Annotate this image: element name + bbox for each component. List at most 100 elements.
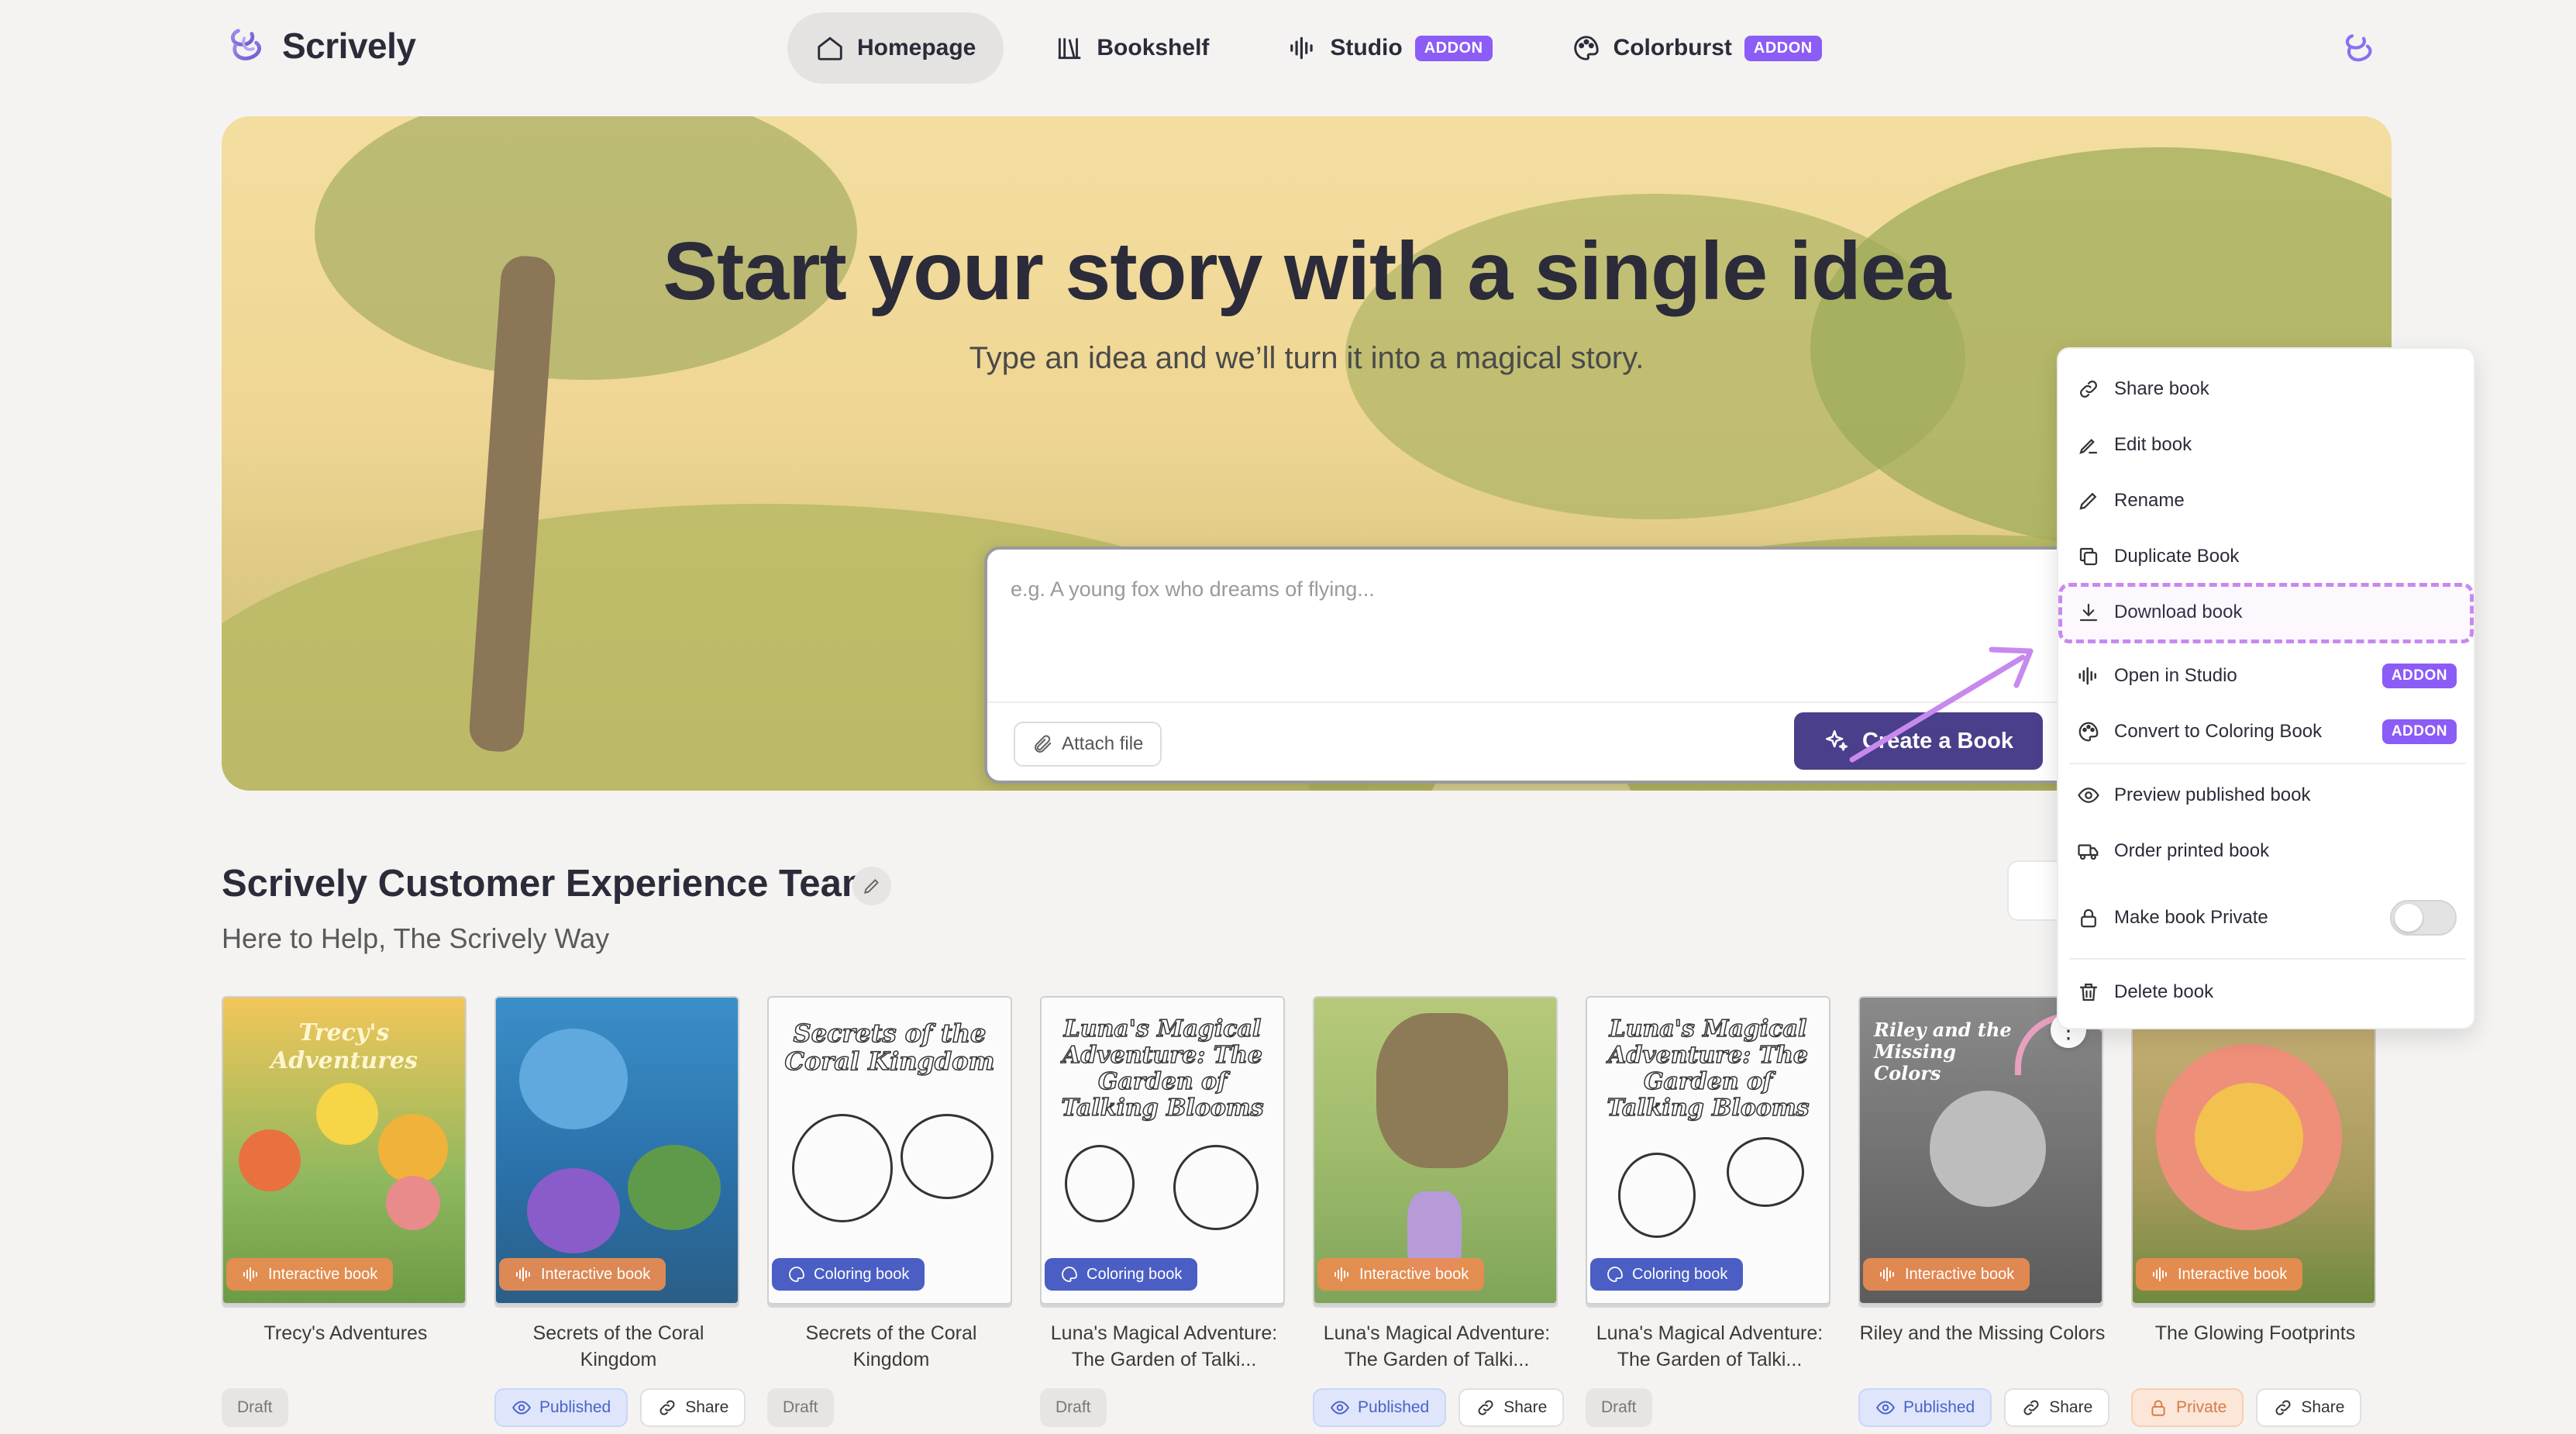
cover-art: [1065, 1145, 1135, 1222]
book-cover[interactable]: Secrets of the Coral Kingdom Coloring bo…: [767, 996, 1012, 1305]
interactive-book-badge: Interactive book: [499, 1258, 666, 1291]
menu-preview-published-book[interactable]: Preview published book: [2058, 770, 2474, 820]
account-logo-icon[interactable]: [2340, 29, 2379, 68]
menu-share-book[interactable]: Share book: [2058, 364, 2474, 414]
waveform-icon: [516, 1267, 530, 1281]
status-label: Published: [1358, 1398, 1430, 1416]
menu-item-label: Duplicate Book: [2114, 546, 2240, 567]
menu-item-label: Rename: [2114, 490, 2185, 511]
coloring-book-badge: Coloring book: [772, 1258, 925, 1291]
menu-edit-book[interactable]: Edit book: [2058, 420, 2474, 470]
book-actions: Published Share: [1858, 1388, 2110, 1427]
menu-item-label: Order printed book: [2114, 840, 2270, 861]
cover-art: [1930, 1091, 2046, 1207]
status-badge: Draft: [767, 1388, 834, 1427]
menu-item-label: Make book Private: [2114, 907, 2268, 928]
menu-rename[interactable]: Rename: [2058, 476, 2474, 526]
tab-homepage[interactable]: Homepage: [787, 12, 1004, 84]
waveform-icon: [243, 1267, 257, 1281]
link-icon: [2275, 1400, 2291, 1415]
logo[interactable]: Scrively: [225, 23, 416, 68]
attach-file-button[interactable]: Attach file: [1014, 722, 1162, 767]
book-title: Luna's Magical Adventure: The Garden of …: [1596, 1322, 1824, 1370]
cover-art: [496, 998, 738, 1303]
link-icon: [659, 1400, 675, 1415]
tab-studio[interactable]: Studio ADDON: [1260, 12, 1520, 84]
book-card[interactable]: Luna's Magical Adventure: The Garden of …: [1040, 996, 1288, 1427]
menu-make-private[interactable]: Make book Private: [2058, 893, 2474, 943]
book-title: Riley and the Missing Colors: [1859, 1322, 2106, 1344]
edit-team-button[interactable]: [852, 867, 891, 905]
book-card[interactable]: Interactive book The Glowing Footprints …: [2131, 996, 2379, 1427]
cover-art: [1618, 1153, 1696, 1238]
tab-colorburst[interactable]: Colorburst ADDON: [1544, 12, 1850, 84]
team-title: Scrively Customer Experience Team: [222, 863, 876, 905]
book-card[interactable]: Interactive book Luna's Magical Adventur…: [1313, 996, 1565, 1427]
book-cover[interactable]: Luna's Magical Adventure: The Garden of …: [1040, 996, 1285, 1305]
book-cover[interactable]: Trecy's Adventures Interactive book: [222, 996, 467, 1305]
palette-icon: [1573, 36, 1599, 60]
share-button[interactable]: Share: [640, 1388, 746, 1427]
pencil-icon: [2079, 492, 2097, 510]
book-card[interactable]: Riley and the Missing Colors Interactive…: [1858, 996, 2110, 1427]
bookshelf-icon: [1059, 38, 1081, 60]
book-type-label: Interactive book: [1905, 1265, 2015, 1283]
status-badge: Draft: [1040, 1388, 1107, 1427]
cover-art: [1727, 1137, 1804, 1207]
duplicate-icon: [2079, 547, 2098, 566]
palette-icon: [1062, 1267, 1077, 1282]
pen-tool-icon: [2079, 439, 2098, 454]
eye-icon: [1331, 1401, 1349, 1415]
share-button[interactable]: Share: [1458, 1388, 1565, 1427]
book-actions: Draft: [767, 1388, 1015, 1427]
cover-art: [527, 1168, 620, 1253]
book-context-menu: Share book Edit book Rename Duplicate Bo…: [2057, 347, 2475, 1029]
book-card[interactable]: Trecy's Adventures Interactive book Trec…: [222, 996, 470, 1427]
menu-duplicate-book[interactable]: Duplicate Book: [2058, 532, 2474, 581]
status-label: Published: [1903, 1398, 1975, 1416]
book-cover[interactable]: Interactive book: [1313, 996, 1558, 1305]
book-actions: Draft: [1040, 1388, 1288, 1427]
menu-convert-coloring-book[interactable]: Convert to Coloring Book ADDON: [2058, 707, 2474, 757]
menu-divider: [2069, 958, 2466, 960]
share-button[interactable]: Share: [2004, 1388, 2110, 1427]
share-label: Share: [2049, 1398, 2093, 1416]
truck-icon: [2078, 844, 2099, 860]
menu-delete-book[interactable]: Delete book: [2058, 967, 2474, 1017]
share-label: Share: [2301, 1398, 2345, 1416]
cover-title: Riley and the Missing Colors: [1874, 1019, 2012, 1084]
book-card[interactable]: Luna's Magical Adventure: The Garden of …: [1586, 996, 1834, 1427]
book-cover[interactable]: Interactive book: [494, 996, 739, 1305]
published-badge: Published: [494, 1388, 629, 1427]
cover-art: [901, 1114, 994, 1199]
team-subtitle: Here to Help, The Scrively Way: [222, 922, 610, 954]
tab-colorburst-label: Colorburst: [1613, 35, 1732, 60]
book-type-label: Interactive book: [2178, 1265, 2288, 1283]
book-title: Secrets of the Coral Kingdom: [805, 1322, 977, 1370]
book-type-label: Interactive book: [541, 1265, 651, 1283]
addon-badge: ADDON: [1744, 35, 1822, 61]
book-cover[interactable]: Interactive book: [2131, 996, 2376, 1305]
private-toggle[interactable]: [2390, 900, 2457, 936]
menu-divider: [2069, 763, 2466, 764]
status-label: Published: [539, 1398, 611, 1416]
status-badge: Draft: [1586, 1388, 1652, 1427]
cover-art: [316, 1083, 378, 1145]
cover-title: Luna's Magical Adventure: The Garden of …: [1061, 1015, 1265, 1122]
book-cover[interactable]: Luna's Magical Adventure: The Garden of …: [1586, 996, 1830, 1305]
menu-item-label: Convert to Coloring Book: [2114, 721, 2323, 742]
menu-open-in-studio[interactable]: Open in Studio ADDON: [2058, 651, 2474, 701]
lock-icon: [2151, 1400, 2165, 1416]
cover-title: Secrets of the Coral Kingdom: [784, 1019, 995, 1076]
book-card[interactable]: Secrets of the Coral Kingdom Coloring bo…: [767, 996, 1015, 1427]
waveform-icon: [1290, 36, 1314, 60]
menu-order-printed-book[interactable]: Order printed book: [2058, 826, 2474, 876]
book-type-label: Coloring book: [1087, 1265, 1183, 1283]
book-card[interactable]: Interactive book Secrets of the Coral Ki…: [494, 996, 746, 1427]
waveform-icon: [1334, 1267, 1348, 1281]
tab-bookshelf[interactable]: Bookshelf: [1027, 12, 1237, 84]
share-button[interactable]: Share: [2256, 1388, 2362, 1427]
addon-badge: ADDON: [2381, 664, 2457, 688]
addon-badge: ADDON: [2381, 719, 2457, 744]
tab-bookshelf-label: Bookshelf: [1097, 35, 1210, 60]
